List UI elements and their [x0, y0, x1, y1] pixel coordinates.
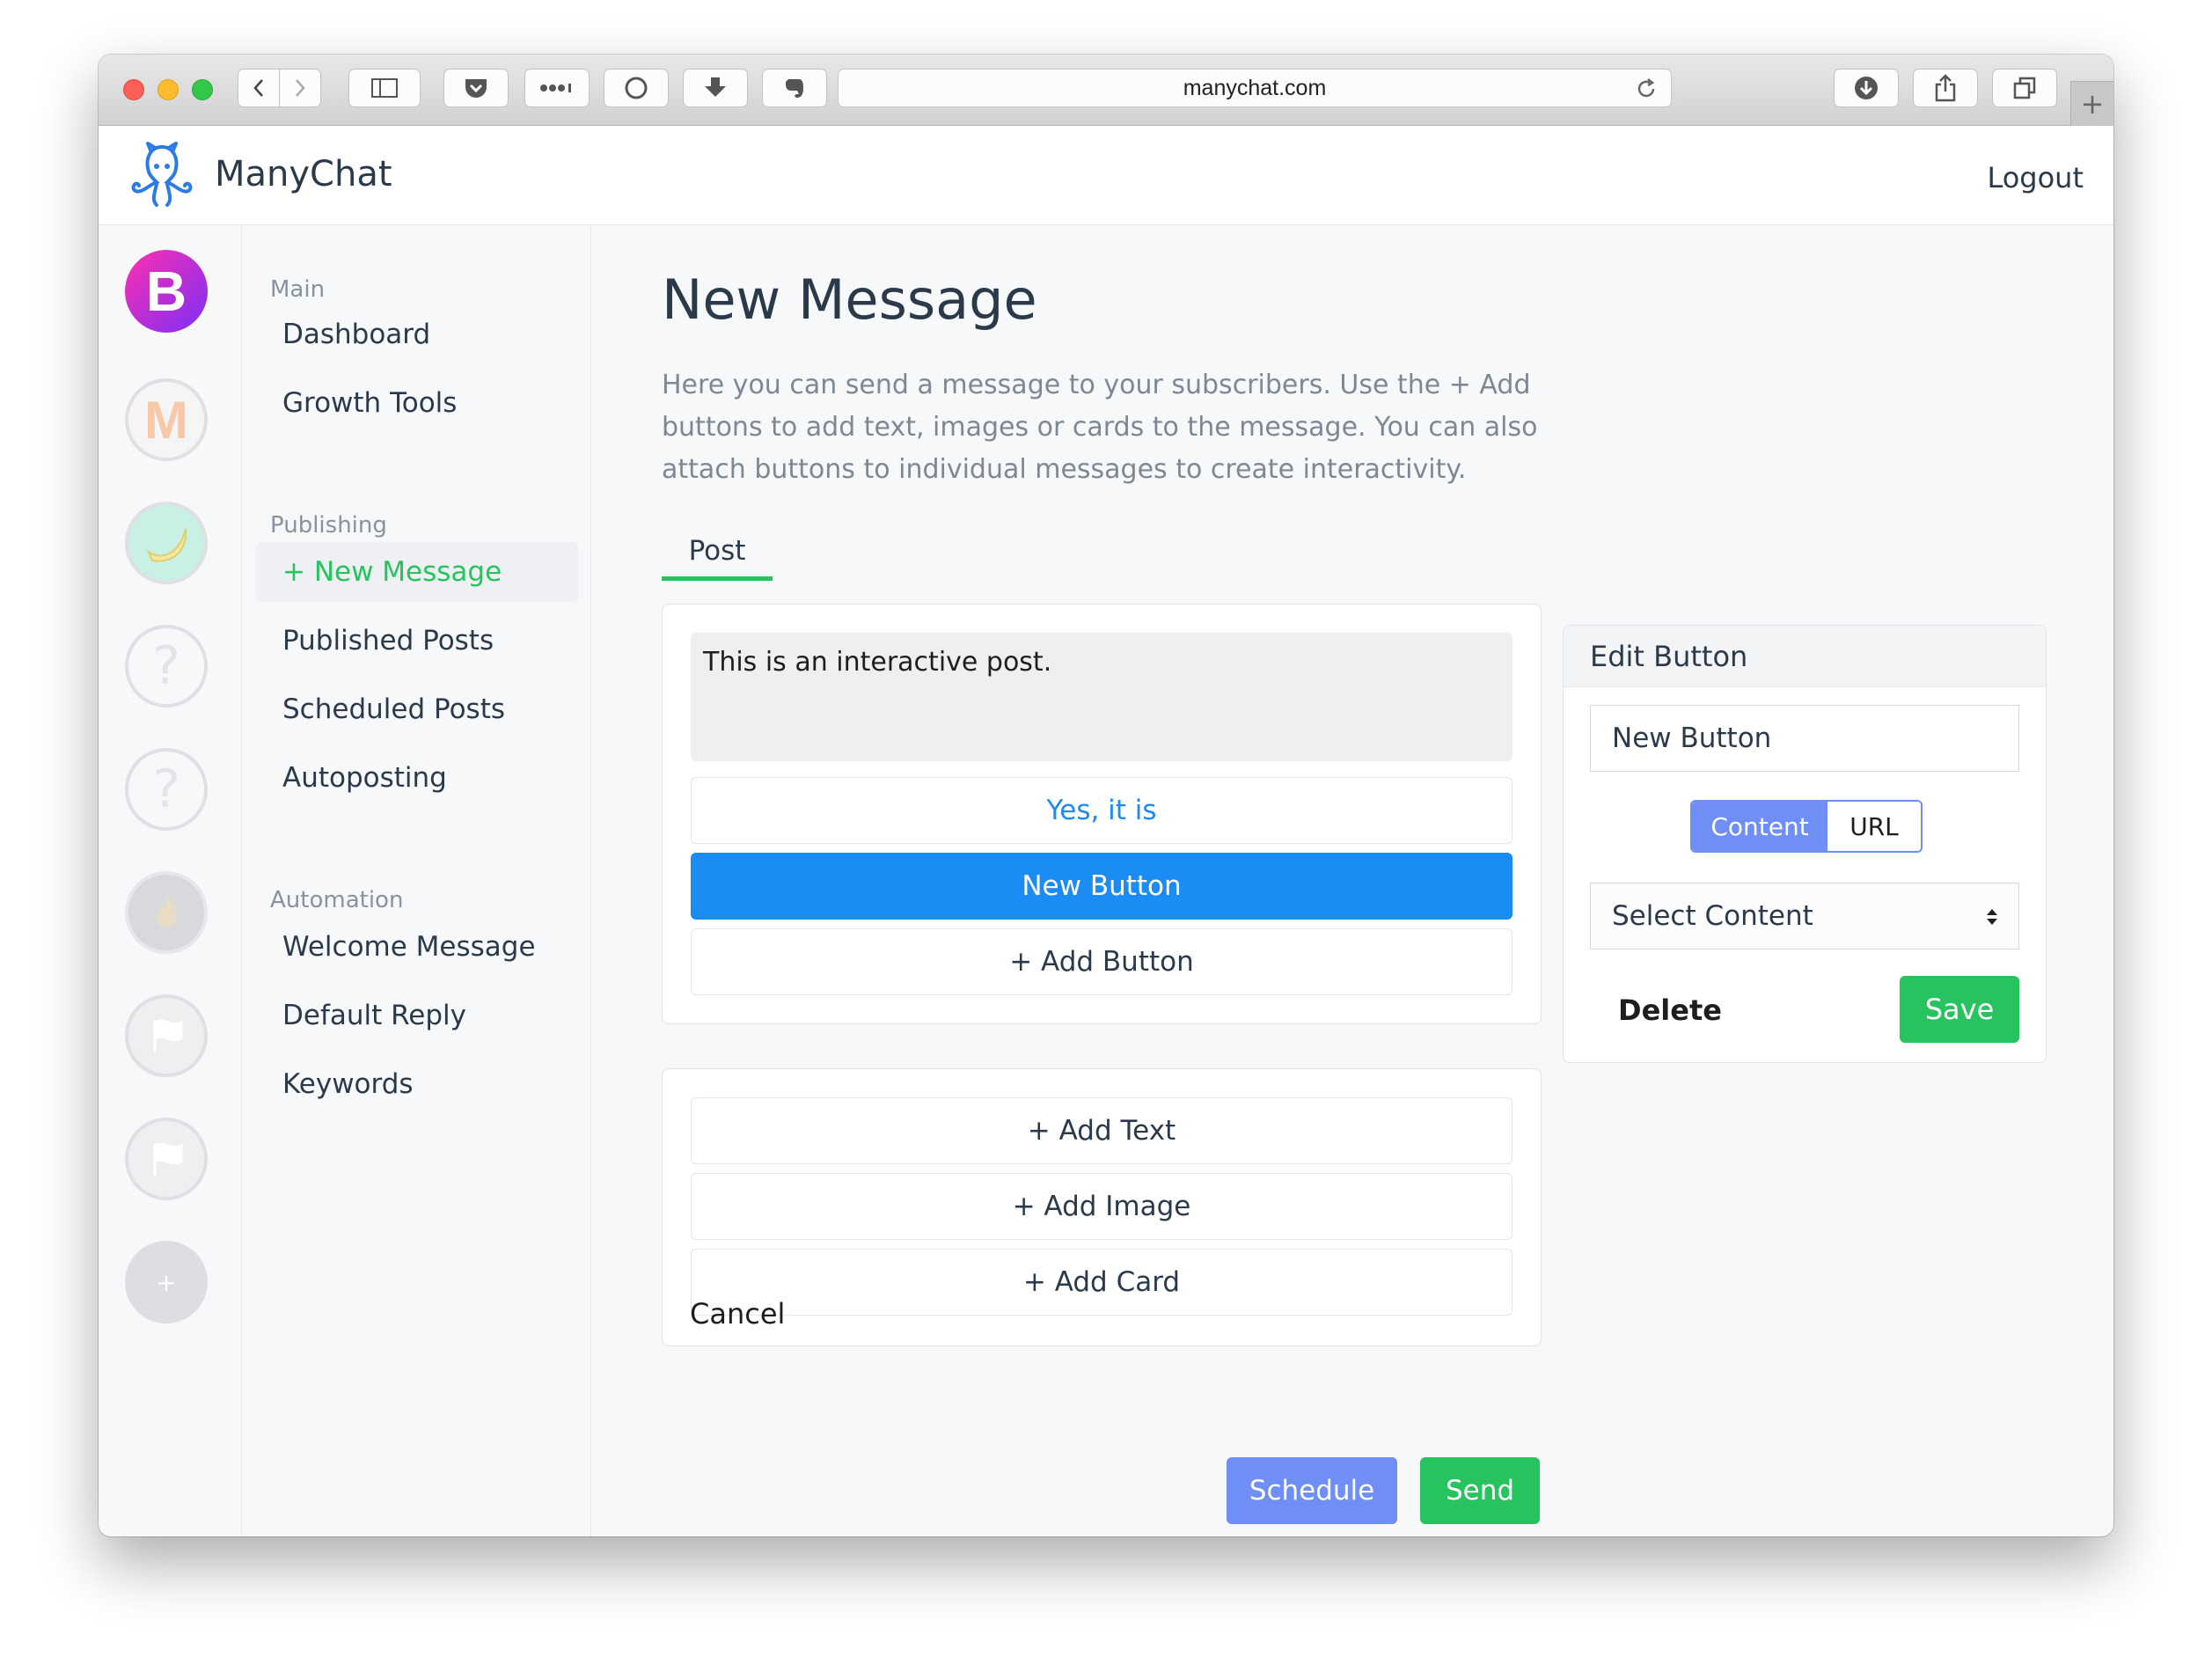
nav-item-dashboard[interactable]: Dashboard	[256, 304, 578, 364]
dots-icon	[540, 84, 571, 92]
nav-item-new-message[interactable]: + New Message	[256, 542, 578, 602]
account-avatar-m[interactable]: M	[125, 378, 208, 461]
pocket-button[interactable]	[443, 69, 509, 107]
page-description: Here you can send a message to your subs…	[662, 370, 1538, 485]
nav-item-growth-tools[interactable]: Growth Tools	[256, 373, 578, 433]
sidebar-icon	[371, 78, 398, 98]
account-avatar-flag-2[interactable]	[125, 1118, 208, 1200]
message-text-field[interactable]: This is an interactive post.	[691, 633, 1513, 761]
nav-item-keywords[interactable]: Keywords	[256, 1054, 578, 1114]
action-type-toggle: Content URL	[1690, 800, 1923, 853]
browser-toolbar: manychat.com +	[99, 55, 2113, 126]
main-content: New Message Here you can send a message …	[591, 225, 2113, 1536]
tabs-overview-button[interactable]	[1992, 69, 2057, 107]
add-button-button[interactable]: + Add Button	[691, 928, 1513, 995]
banana-icon	[146, 528, 187, 562]
new-tab-button[interactable]: +	[2070, 81, 2113, 126]
nav-item-scheduled-posts[interactable]: Scheduled Posts	[256, 679, 578, 739]
account-avatar-unknown-2[interactable]: ?	[125, 748, 208, 831]
nav-section-automation: Automation	[270, 887, 404, 913]
account-avatar-flame[interactable]	[125, 871, 208, 954]
browser-window: manychat.com + ManyChat Logout B M ? ? +…	[99, 55, 2113, 1536]
edit-button-title: Edit Button	[1564, 626, 2046, 687]
download-extension-button[interactable]	[683, 69, 748, 107]
share-button[interactable]	[1913, 69, 1978, 107]
zoom-window-button[interactable]	[192, 79, 213, 100]
button-name-input[interactable]: New Button	[1590, 705, 2019, 772]
minimize-window-button[interactable]	[157, 79, 179, 100]
sidebar-toggle-button[interactable]	[348, 69, 421, 107]
evernote-button[interactable]	[762, 69, 827, 107]
downloads-button[interactable]	[1834, 69, 1899, 107]
page-title: New Message	[662, 268, 1037, 332]
account-avatar-unknown-1[interactable]: ?	[125, 625, 208, 708]
account-initial: B	[145, 260, 187, 323]
account-avatar-banana[interactable]	[125, 502, 208, 584]
chevron-right-icon	[296, 79, 305, 97]
nav-item-welcome-message[interactable]: Welcome Message	[256, 917, 578, 977]
back-button[interactable]	[238, 69, 280, 107]
flag-icon	[153, 1019, 183, 1052]
nav-item-autoposting[interactable]: Autoposting	[256, 748, 578, 808]
add-text-button[interactable]: + Add Text	[691, 1097, 1513, 1164]
manychat-logo-icon[interactable]	[125, 140, 199, 210]
segment-url[interactable]: URL	[1827, 802, 1921, 851]
edit-button-panel: Edit Button New Button Content URL Selec…	[1563, 625, 2047, 1063]
logout-link[interactable]: Logout	[1987, 161, 2084, 194]
circle-icon	[625, 77, 648, 99]
add-account-button[interactable]: +	[125, 1241, 208, 1323]
flame-icon	[157, 894, 177, 927]
chevron-left-icon	[253, 79, 263, 97]
address-bar[interactable]: manychat.com	[838, 69, 1672, 107]
question-icon: ?	[152, 635, 180, 697]
nav-item-published-posts[interactable]: Published Posts	[256, 611, 578, 671]
tabs-icon	[2013, 77, 2036, 99]
pocket-icon	[465, 79, 487, 98]
app-name: ManyChat	[215, 154, 392, 194]
select-content-dropdown[interactable]: Select Content	[1590, 883, 2019, 949]
accounts-rail: B M ? ? +	[99, 225, 242, 1536]
delete-button[interactable]: Delete	[1618, 993, 1722, 1027]
url-text: manychat.com	[1183, 75, 1327, 100]
cancel-button[interactable]: Cancel	[690, 1297, 785, 1331]
plus-icon: +	[2080, 87, 2105, 121]
question-icon: ?	[152, 759, 180, 820]
save-button[interactable]: Save	[1900, 976, 2019, 1043]
account-avatar-b[interactable]: B	[125, 250, 208, 333]
nav-item-default-reply[interactable]: Default Reply	[256, 986, 578, 1045]
close-window-button[interactable]	[123, 79, 144, 100]
nav-section-main: Main	[270, 276, 326, 303]
send-button[interactable]: Send	[1420, 1457, 1540, 1524]
add-image-button[interactable]: + Add Image	[691, 1173, 1513, 1240]
add-card-button[interactable]: + Add Card	[691, 1249, 1513, 1316]
forward-button[interactable]	[279, 69, 321, 107]
password-button[interactable]	[524, 69, 590, 107]
segment-content[interactable]: Content	[1692, 802, 1827, 851]
share-icon	[1935, 74, 1956, 102]
download-arrow-icon	[705, 77, 726, 97]
side-navigation: Main Dashboard Growth Tools Publishing +…	[242, 225, 591, 1536]
app-header: ManyChat Logout	[99, 126, 2113, 225]
plus-icon: +	[156, 1267, 177, 1297]
tab-post[interactable]: Post	[662, 535, 773, 581]
download-circle-icon	[1855, 77, 1878, 99]
message-button-new[interactable]: New Button	[691, 853, 1513, 920]
add-content-card: + Add Text + Add Image + Add Card	[662, 1068, 1542, 1346]
select-arrows-icon	[1987, 909, 1997, 925]
select-content-value: Select Content	[1612, 900, 1813, 932]
evernote-icon	[786, 79, 803, 98]
account-initial: M	[144, 390, 188, 450]
reload-icon[interactable]	[1634, 77, 1659, 101]
nav-section-publishing: Publishing	[270, 512, 387, 539]
flag-icon	[153, 1142, 183, 1176]
schedule-button[interactable]: Schedule	[1227, 1457, 1397, 1524]
message-button-yes[interactable]: Yes, it is	[691, 777, 1513, 844]
extension-circle-button[interactable]	[604, 69, 669, 107]
message-card: This is an interactive post. Yes, it is …	[662, 604, 1542, 1024]
account-avatar-flag-1[interactable]	[125, 994, 208, 1077]
